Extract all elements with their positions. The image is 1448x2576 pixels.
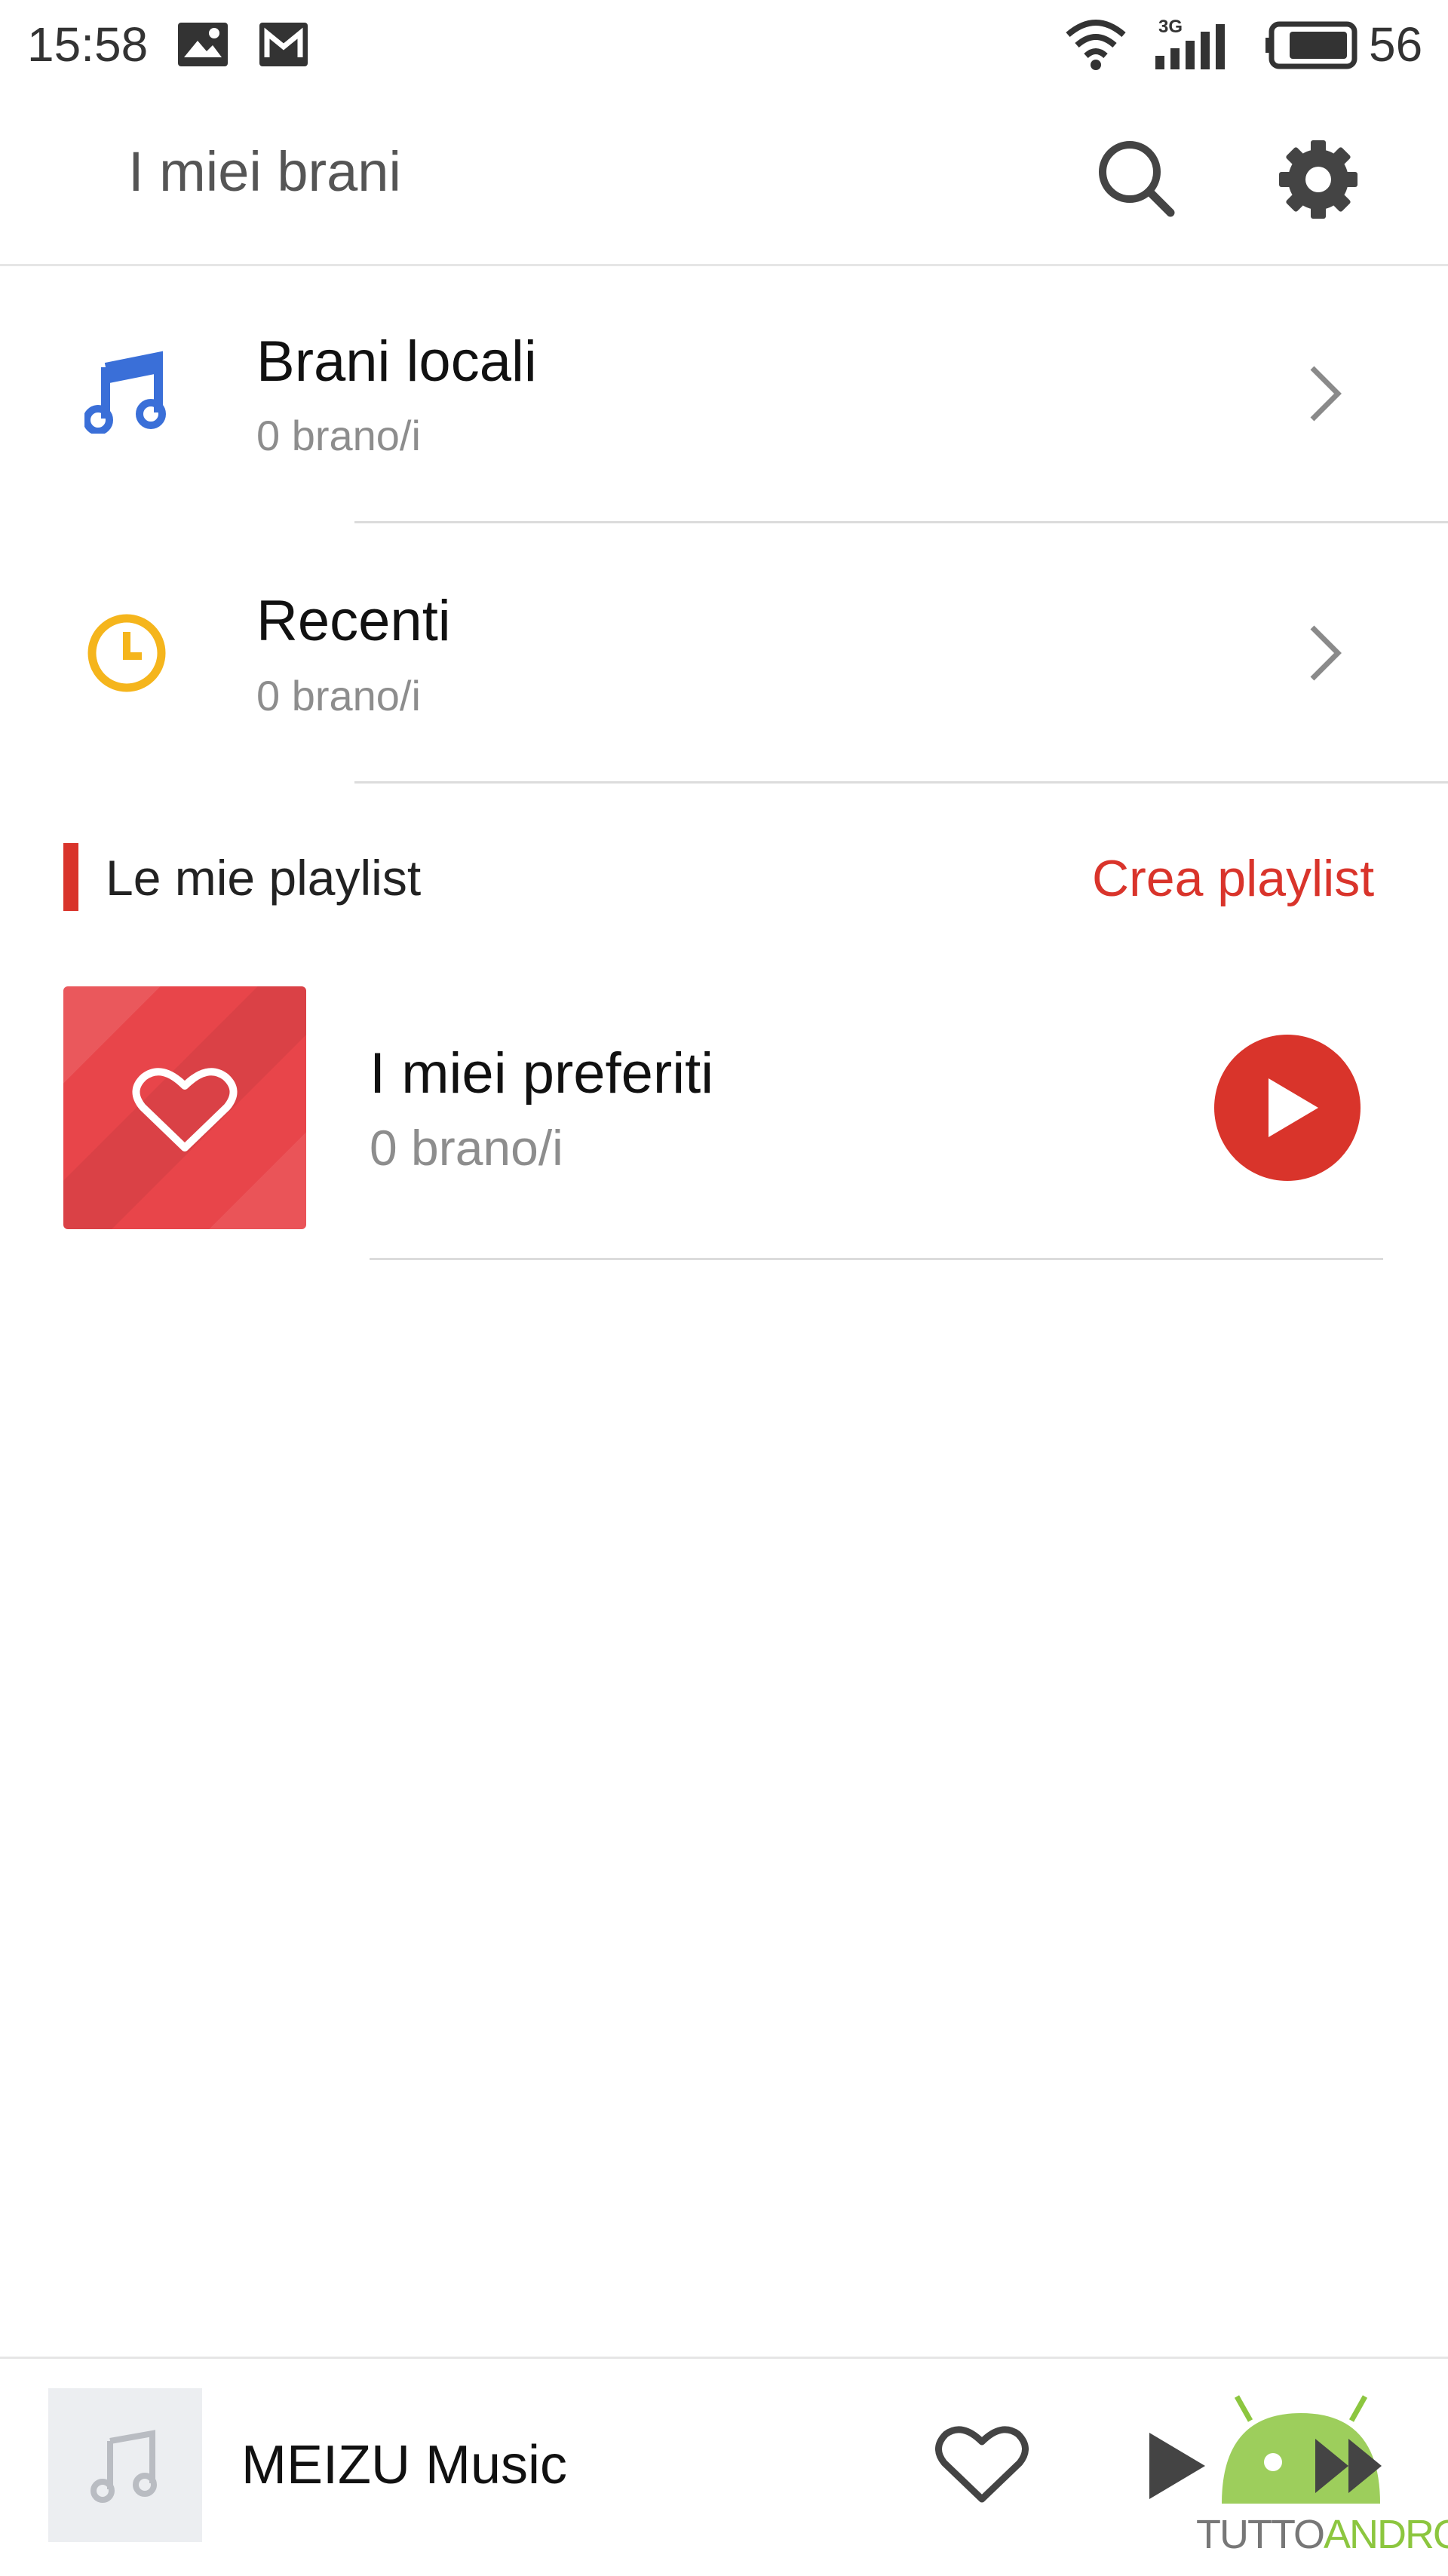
list-item-brani-locali[interactable] (0, 264, 1448, 522)
play-icon[interactable] (1145, 2430, 1210, 2502)
playlist-count: 0 brano/i (370, 1120, 563, 1176)
create-playlist-button[interactable]: Crea playlist (1092, 849, 1374, 908)
battery-level: 56 (1369, 17, 1423, 72)
list-item-title: Brani locali (256, 330, 537, 394)
section-title: Le mie playlist (106, 850, 422, 906)
music-note-icon (90, 2430, 157, 2503)
divider (354, 781, 1448, 784)
search-icon[interactable] (1095, 137, 1178, 220)
status-time: 15:58 (27, 17, 149, 72)
play-icon (1269, 1078, 1318, 1137)
next-icon[interactable] (1312, 2436, 1388, 2496)
list-item-count: 0 brano/i (256, 672, 421, 719)
track-thumbnail (48, 2388, 202, 2542)
watermark: TUTTOANDROID (1196, 2511, 1448, 2558)
gmail-icon (259, 23, 308, 66)
list-item-recenti[interactable] (0, 523, 1448, 783)
watermark-part-2: ANDROID (1323, 2512, 1448, 2557)
chevron-right-icon (1310, 625, 1342, 681)
list-item-title: Recenti (256, 589, 451, 653)
chevron-right-icon (1310, 366, 1342, 422)
list-item-count: 0 brano/i (256, 412, 421, 459)
music-note-icon (84, 351, 166, 434)
player-track-title: MEIZU Music (241, 2435, 567, 2495)
signal-icon (1155, 24, 1225, 69)
section-accent-bar (63, 843, 78, 911)
gear-icon[interactable] (1273, 134, 1364, 225)
playlist-title: I miei preferiti (370, 1041, 714, 1106)
battery-icon (1265, 21, 1358, 69)
divider (370, 1258, 1383, 1260)
image-notification-icon (178, 23, 228, 66)
page-title: I miei brani (128, 140, 401, 203)
clock-icon (87, 614, 166, 692)
heart-icon (132, 1068, 238, 1152)
watermark-part-1: TUTTO (1196, 2512, 1325, 2557)
status-bar: 15:58 3G 56 (0, 0, 1448, 90)
heart-icon[interactable] (935, 2424, 1029, 2507)
playlist-play-button[interactable] (1214, 1035, 1361, 1181)
playlist-cover (63, 986, 306, 1229)
wifi-icon (1066, 20, 1126, 70)
